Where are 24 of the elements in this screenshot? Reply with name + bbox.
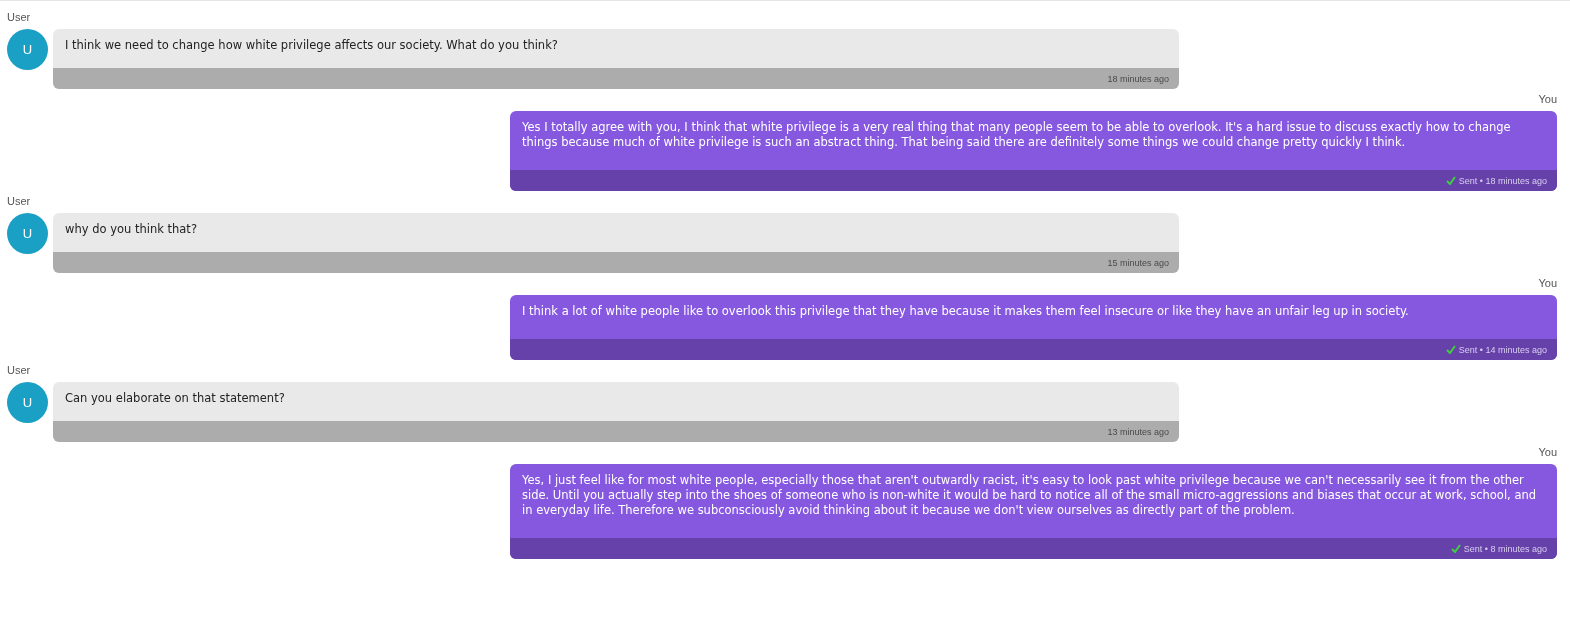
- sender-name: User: [7, 10, 32, 25]
- sender-name: User: [7, 194, 32, 209]
- check-icon: [1445, 176, 1456, 185]
- message-text: Yes, I just feel like for most white people, especially those that aren't outwardly racist, it's easy to look past white privilege because we can't necessarily see it from the other side. Until you actually step into the shoes of someone who is non-white it would be hard to notice all of the small micro-aggressions and biases that occur at work, school, and in everyday life. Therefore we subconsciously avoid thinking about it because we don't view ourselves as directly part of the problem.: [521, 472, 1538, 519]
- message-text: I think we need to change how white privilege affects our society. What do you think?: [64, 37, 559, 54]
- timestamp: 18 minutes ago: [1107, 73, 1169, 84]
- message-text: Can you elaborate on that statement?: [64, 390, 286, 407]
- sender-name: You: [1538, 276, 1557, 291]
- timestamp: 13 minutes ago: [1107, 426, 1169, 437]
- sender-name: You: [1538, 92, 1557, 107]
- check-icon: [1445, 345, 1456, 354]
- sent-status: Sent • 14 minutes ago: [1458, 344, 1547, 355]
- message-text: Yes I totally agree with you, I think that white privilege is a very real thing that many people seem to be able to overlook. It's a hard issue to discuss exactly how to change things because much of white privilege is such an abstract thing. That being said there are definitely some things we could change pretty quickly I think.: [521, 119, 1512, 151]
- check-icon: [1450, 544, 1461, 553]
- avatar: U: [7, 382, 48, 423]
- timestamp: 15 minutes ago: [1107, 257, 1169, 268]
- sender-name: User: [7, 363, 32, 378]
- avatar: U: [7, 213, 48, 254]
- sent-status: Sent • 18 minutes ago: [1458, 175, 1547, 186]
- sent-status: Sent • 8 minutes ago: [1463, 543, 1547, 554]
- sender-name: You: [1538, 445, 1557, 460]
- message-text: why do you think that?: [64, 221, 198, 238]
- avatar: U: [7, 29, 48, 70]
- message-text: I think a lot of white people like to overlook this privilege that they have because it makes them feel insecure or like they have an unfair leg up in society.: [521, 303, 1410, 320]
